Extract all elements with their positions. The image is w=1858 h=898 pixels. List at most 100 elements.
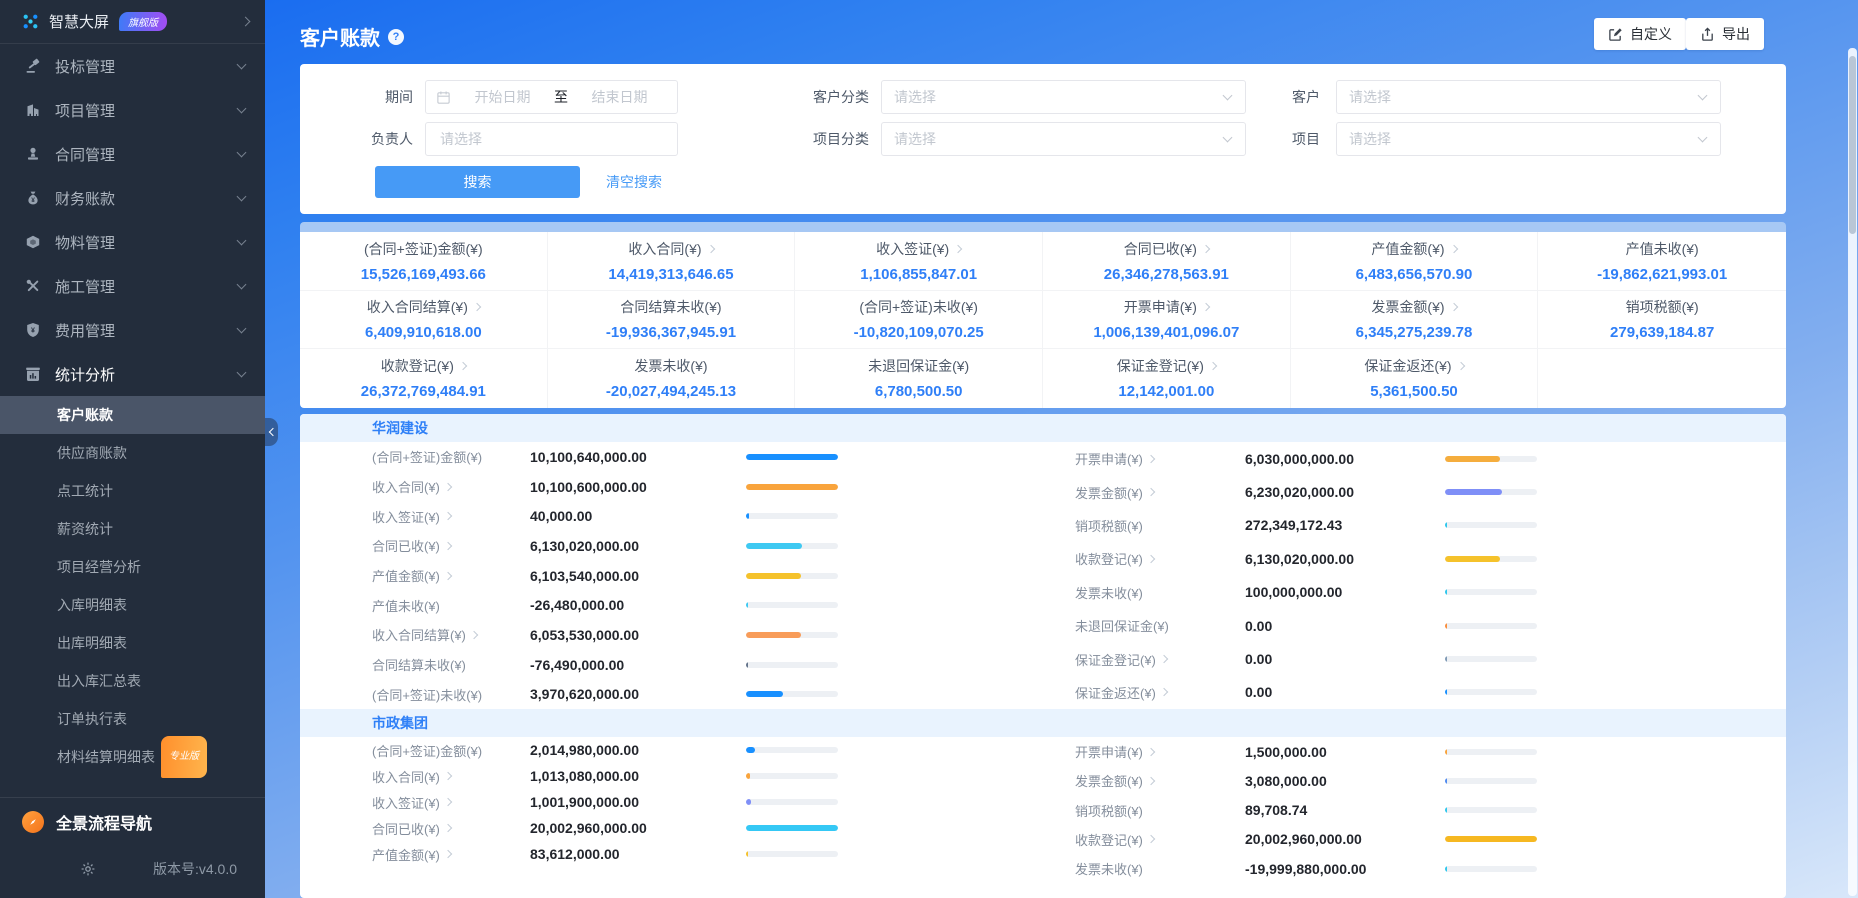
export-button[interactable]: 导出	[1686, 18, 1764, 50]
sidebar-subitem-6[interactable]: 出库明细表	[0, 624, 265, 662]
sidebar-subitem-2[interactable]: 点工统计	[0, 472, 265, 510]
customer-type-select[interactable]: 请选择	[881, 80, 1246, 114]
chevron-right-icon	[1201, 303, 1211, 312]
summary-cell[interactable]: 产值金额(¥) 6,483,656,570.90	[1290, 232, 1539, 291]
metric-bar-fill	[1445, 807, 1447, 814]
summary-value: 6,780,500.50	[874, 383, 963, 401]
sidebar-subitem-0[interactable]: 客户账款	[0, 396, 265, 434]
summary-label-text: 保证金返还(¥)	[1364, 358, 1452, 375]
metric-row: 保证金返还(¥) 0.00	[1075, 676, 1786, 709]
metric-bar-fill	[1445, 689, 1447, 696]
sidebar-item-2[interactable]: 合同管理	[0, 132, 265, 176]
metric-row: 开票申请(¥) 6,030,000,000.00	[1075, 442, 1786, 475]
summary-cell[interactable]: 合同已收(¥) 26,346,278,563.91	[1043, 232, 1291, 291]
summary-label-text: 收入合同结算(¥)	[366, 299, 468, 316]
customer-type-label: 客户分类	[813, 89, 869, 105]
summary-label-text: 发票金额(¥)	[1371, 299, 1445, 316]
metric-label[interactable]: 收入合同(¥)	[372, 767, 530, 786]
chevron-down-icon	[1697, 90, 1708, 101]
sidebar-subitem-5[interactable]: 入库明细表	[0, 586, 265, 624]
chevron-right-icon	[1146, 776, 1156, 786]
vertical-scrollbar[interactable]	[1848, 48, 1857, 896]
chevron-right-icon	[1146, 554, 1156, 564]
sidebar-subitem-4[interactable]: 项目经营分析	[0, 548, 265, 586]
sidebar-item-3[interactable]: ¥ 财务账款	[0, 176, 265, 220]
summary-label: (合同+签证)金额(¥)	[364, 239, 483, 259]
owner-input[interactable]	[438, 130, 665, 148]
moneybag-icon: ¥	[24, 190, 41, 207]
metric-label-text: 产值未收(¥)	[372, 598, 440, 614]
summary-cell[interactable]: 收入合同(¥) 14,419,313,646.65	[547, 232, 796, 291]
search-button[interactable]: 搜索	[375, 166, 580, 198]
metric-label[interactable]: 产值金额(¥)	[372, 845, 530, 864]
metric-bar	[1445, 807, 1537, 814]
metric-bar	[746, 483, 838, 490]
customer-select[interactable]: 请选择	[1336, 80, 1721, 114]
scrollbar-thumb[interactable]	[1849, 56, 1856, 234]
sidebar-item-0[interactable]: 投标管理	[0, 44, 265, 88]
sidebar-subitem-8[interactable]: 订单执行表	[0, 700, 265, 738]
sidebar-item-6[interactable]: ¥ 费用管理	[0, 308, 265, 352]
sidebar-item-1[interactable]: 项目管理	[0, 88, 265, 132]
metric-label[interactable]: 收款登记(¥)	[1075, 830, 1245, 849]
help-icon[interactable]: ?	[388, 28, 404, 45]
metric-label[interactable]: 合同已收(¥)	[372, 536, 530, 555]
metric-label[interactable]: 保证金返还(¥)	[1075, 683, 1245, 702]
summary-label-text: 发票未收(¥)	[634, 358, 708, 375]
owner-label: 负责人	[371, 131, 413, 147]
gear-icon[interactable]	[80, 861, 96, 877]
summary-cell[interactable]: 开票申请(¥) 1,006,139,401,096.07	[1043, 290, 1291, 350]
summary-cell[interactable]: 收入合同结算(¥) 6,409,910,618.00	[300, 290, 548, 350]
metric-label[interactable]: 合同已收(¥)	[372, 819, 530, 838]
date-to-label: 至	[554, 89, 568, 105]
chevron-right-icon	[706, 244, 715, 254]
sidebar-collapse-handle[interactable]	[265, 418, 278, 446]
clear-search-link[interactable]: 清空搜索	[606, 172, 662, 192]
summary-cell[interactable]: 收款登记(¥) 26,372,769,484.91	[300, 349, 548, 408]
metric-row: 产值金额(¥) 83,612,000.00	[372, 841, 1067, 867]
metric-label[interactable]: 收入合同(¥)	[372, 477, 530, 496]
metric-bar-fill	[1445, 555, 1501, 562]
metric-label[interactable]: 保证金登记(¥)	[1075, 650, 1245, 669]
summary-cell[interactable]: 保证金返还(¥) 5,361,500.50	[1291, 349, 1539, 408]
sidebar-item-5[interactable]: 施工管理	[0, 264, 265, 308]
end-date-placeholder[interactable]: 结束日期	[572, 87, 667, 107]
metric-label[interactable]: 收款登记(¥)	[1075, 549, 1245, 568]
sidebar-subitem-3[interactable]: 薪资统计	[0, 510, 265, 548]
metric-label[interactable]: 发票金额(¥)	[1075, 771, 1245, 790]
summary-cell[interactable]: 收入签证(¥) 1,106,855,847.01	[795, 232, 1043, 291]
metric-label[interactable]: 收入合同结算(¥)	[372, 625, 530, 644]
sidebar-subitem-7[interactable]: 出入库汇总表	[0, 662, 265, 700]
sidebar-subitem-1[interactable]: 供应商账款	[0, 434, 265, 472]
metric-bar-fill	[746, 851, 748, 858]
metric-label[interactable]: 产值金额(¥)	[372, 566, 530, 585]
metric-label: (合同+签证)金额(¥)	[372, 447, 530, 466]
start-date-placeholder[interactable]: 开始日期	[455, 87, 550, 107]
sidebar-brand[interactable]: 智慧大屏 旗舰版	[0, 0, 265, 44]
metric-value: 6,103,540,000.00	[530, 567, 639, 584]
metric-label[interactable]: 开票申请(¥)	[1075, 449, 1245, 468]
project-select[interactable]: 请选择	[1336, 122, 1721, 156]
summary-cell: 未退回保证金(¥) 6,780,500.50	[795, 349, 1043, 408]
metric-bar	[1445, 555, 1537, 562]
metric-bar-fill	[1445, 836, 1537, 843]
sidebar-item-7[interactable]: 统计分析	[0, 352, 265, 396]
metric-label[interactable]: 收入签证(¥)	[372, 793, 530, 812]
metric-label[interactable]: 开票申请(¥)	[1075, 742, 1245, 761]
metric-label-text: 发票金额(¥)	[1075, 774, 1143, 790]
project-type-select[interactable]: 请选择	[881, 122, 1246, 156]
summary-label: 未退回保证金(¥)	[868, 356, 969, 376]
summary-cell[interactable]: 保证金登记(¥) 12,142,001.00	[1043, 349, 1291, 408]
metric-row: 收入合同结算(¥) 6,053,530,000.00	[372, 620, 1067, 650]
sidebar-item-4[interactable]: 物料管理	[0, 220, 265, 264]
metric-label: (合同+签证)未收(¥)	[372, 685, 530, 704]
sidebar-subitem-label: 材料结算明细表	[57, 749, 155, 765]
metric-label[interactable]: 收入签证(¥)	[372, 507, 530, 526]
summary-cell[interactable]: 发票金额(¥) 6,345,275,239.78	[1290, 290, 1539, 350]
sidebar-subitem-9[interactable]: 材料结算明细表 专业版	[0, 736, 265, 778]
customize-button[interactable]: 自定义	[1594, 18, 1686, 50]
date-range-input[interactable]: 开始日期 至 结束日期	[425, 80, 678, 114]
metric-label[interactable]: 发票金额(¥)	[1075, 483, 1245, 502]
metric-value: 10,100,640,000.00	[530, 448, 647, 465]
panorama-nav-item[interactable]: 全景流程导航	[0, 798, 265, 846]
